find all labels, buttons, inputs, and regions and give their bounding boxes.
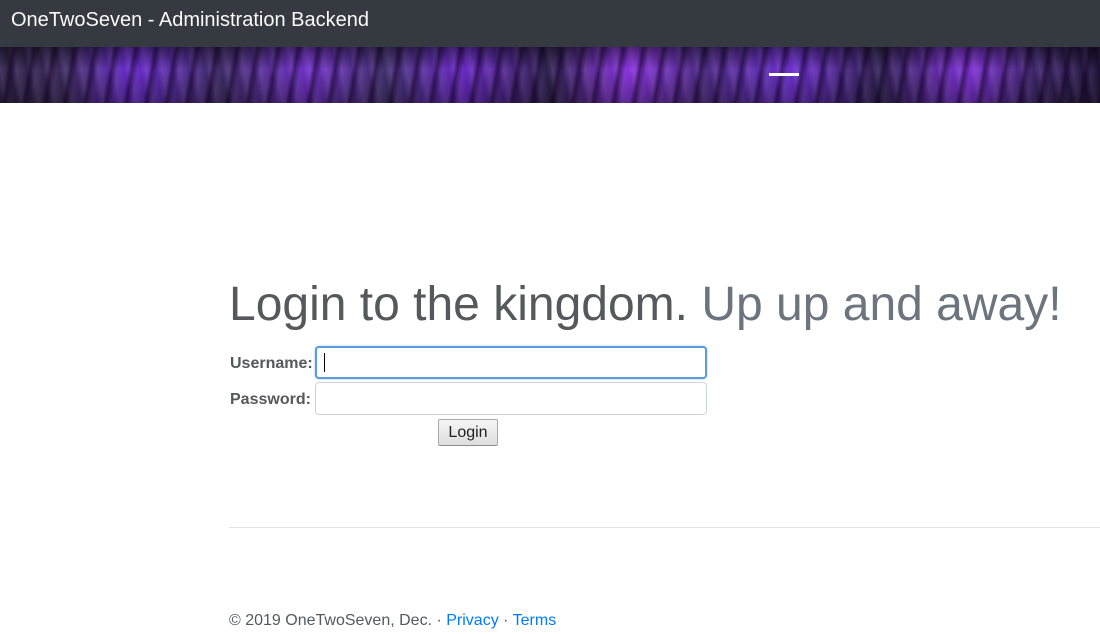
password-label: Password: [230,391,311,408]
password-input[interactable] [315,382,707,415]
login-button[interactable]: Login [438,419,498,446]
username-input[interactable] [315,346,707,379]
footer-copyright: © 2019 OneTwoSeven, Dec. [229,612,433,629]
page-headline: Login to the kingdom. Up up and away! [229,278,1062,332]
footer-separator: · [503,612,509,629]
terms-link[interactable]: Terms [513,612,557,629]
banner-highlight-bar [769,73,799,76]
privacy-link[interactable]: Privacy [446,612,498,629]
footer-divider [229,527,1100,528]
footer: © 2019 OneTwoSeven, Dec. · Privacy · Ter… [229,611,556,630]
footer-separator: · [436,612,442,629]
headline-muted: Up up and away! [701,278,1062,331]
text-caret [324,353,325,372]
brand-title[interactable]: OneTwoSeven - Administration Backend [11,8,369,32]
header-banner-image [0,47,1100,103]
top-navbar: OneTwoSeven - Administration Backend [0,0,1100,47]
headline-main: Login to the kingdom. [229,278,688,331]
username-label: Username: [230,355,313,372]
